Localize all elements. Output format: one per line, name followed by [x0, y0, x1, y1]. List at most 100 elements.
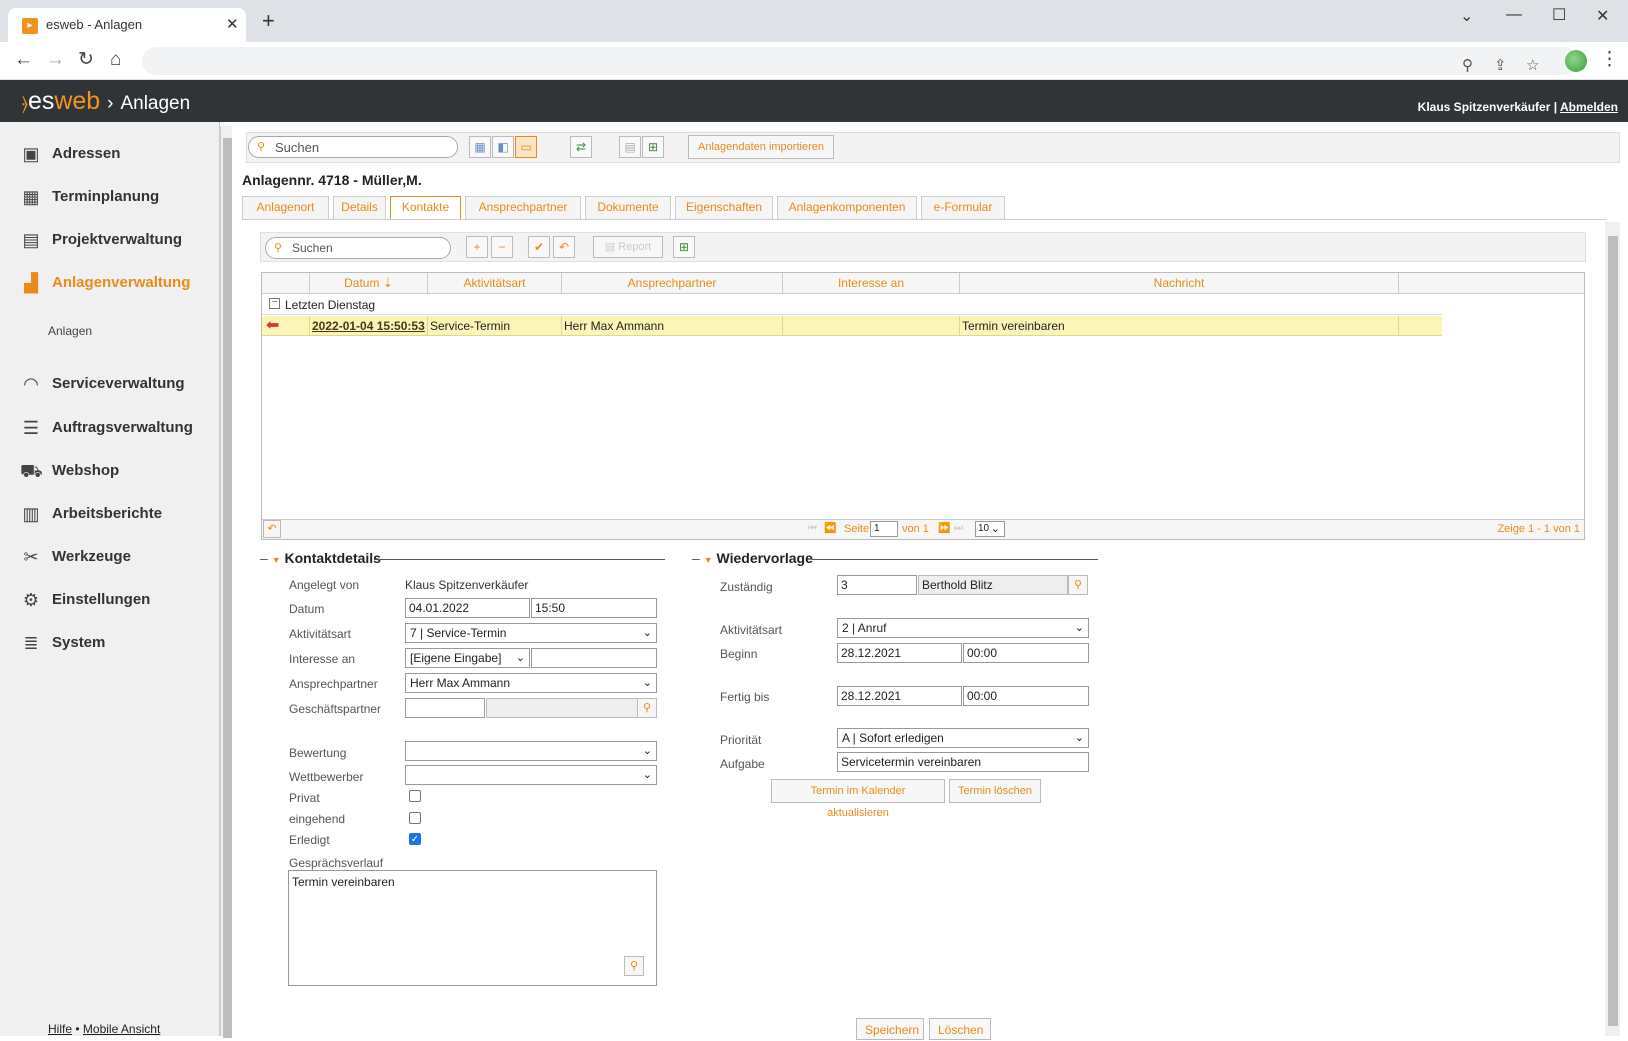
report-button[interactable]: ▤ Report [593, 236, 663, 258]
excel-export-icon[interactable]: ⊞ [642, 136, 664, 158]
main-search-input[interactable]: ⚲ Suchen [248, 136, 458, 158]
geschaeftspartner-nr-field[interactable] [405, 698, 485, 718]
beginn-datum-field[interactable]: 28.12.2021 [837, 643, 962, 663]
table-row[interactable]: ⬅ 2022-01-04 15:50:53 Service-Termin Her… [262, 316, 1442, 336]
collapse-icon[interactable]: − [269, 298, 280, 309]
address-bar[interactable]: ⚲ ⇪ ☆ [142, 47, 1578, 75]
datum-field[interactable]: 04.01.2022 [405, 598, 530, 618]
col-aktivitaetsart[interactable]: Aktivitätsart [428, 273, 562, 294]
prioritaet-select[interactable]: A | Sofort erledigen ⌄ [837, 728, 1089, 748]
tab-kontakte[interactable]: Kontakte [390, 196, 461, 220]
reload-icon[interactable]: ↻ [78, 50, 94, 70]
interesse-select[interactable]: [Eigene Eingabe] ⌄ [405, 648, 530, 668]
col-ansprechpartner[interactable]: Ansprechpartner [562, 273, 783, 294]
share-icon[interactable]: ⇪ [1494, 56, 1507, 74]
pager-page-input[interactable]: 1 [870, 521, 898, 537]
page-size-select[interactable]: 10 ⌄ [975, 521, 1005, 537]
zustaendig-search-icon[interactable]: ⚲ [1068, 575, 1088, 595]
panel-scrollbar[interactable] [1605, 222, 1620, 1036]
menu-dots-icon[interactable]: ⋮ [1600, 50, 1619, 70]
minimize-icon[interactable]: — [1506, 6, 1522, 24]
kontaktdetails-header[interactable]: – ▼ Kontaktdetails [260, 550, 381, 566]
forward-icon[interactable]: → [46, 50, 65, 70]
wettbewerber-select[interactable]: ⌄ [405, 765, 657, 785]
next-page-icon[interactable]: ⏩ [938, 523, 950, 534]
interesse-custom-field[interactable] [531, 648, 657, 668]
sidebar-item-serviceverwaltung[interactable]: ◠ Serviceverwaltung [20, 371, 220, 397]
tab-dokumente[interactable]: Dokumente [585, 196, 671, 219]
col-nachricht[interactable]: Nachricht [960, 273, 1399, 294]
save-button[interactable]: Speichern [856, 1018, 924, 1040]
grid-view-icon[interactable]: ▦ [469, 136, 491, 158]
tab-anlagenkomponenten[interactable]: Anlagenkomponenten [777, 196, 917, 219]
fertig-zeit-field[interactable]: 00:00 [963, 686, 1089, 706]
ansprechpartner-select[interactable]: Herr Max Ammann ⌄ [405, 673, 657, 693]
chevron-down-icon[interactable]: ⌄ [1460, 6, 1473, 26]
esweb-logo[interactable]: ⦒esweb › Anlagen [22, 86, 190, 119]
close-window-icon[interactable]: ✕ [1596, 6, 1609, 26]
erledigt-checkbox[interactable]: ✓ [409, 833, 421, 845]
privat-checkbox[interactable] [409, 790, 421, 802]
confirm-icon[interactable]: ✔ [528, 236, 550, 258]
termin-delete-button[interactable]: Termin löschen [949, 779, 1041, 803]
tab-details[interactable]: Details [333, 196, 386, 219]
sidebar-item-einstellungen[interactable]: ⚙ Einstellungen [20, 587, 220, 613]
transfer-icon[interactable]: ⇄ [570, 136, 592, 158]
tab-eigenschaften[interactable]: Eigenschaften [675, 196, 773, 219]
zeit-field[interactable]: 15:50 [531, 598, 657, 618]
panel-scroll-thumb[interactable] [1608, 236, 1618, 1026]
aufgabe-field[interactable]: Servicetermin vereinbaren [837, 752, 1089, 772]
aktivitaetsart-select[interactable]: 7 | Service-Termin ⌄ [405, 623, 657, 643]
back-icon[interactable]: ← [14, 50, 33, 70]
sidebar-item-system[interactable]: ≣ System [20, 630, 220, 656]
sidebar-scroll-thumb[interactable] [223, 138, 232, 1038]
sidebar-item-webshop[interactable]: ⛟ Webshop [20, 458, 220, 484]
sidebar-item-projektverwaltung[interactable]: ▤ Projektverwaltung [20, 227, 220, 253]
zustaendig-nr-field[interactable]: 3 [837, 575, 917, 595]
maximize-icon[interactable]: ☐ [1552, 5, 1566, 25]
tab-anlagenort[interactable]: Anlagenort [242, 196, 329, 219]
undo-icon[interactable]: ↶ [553, 236, 575, 258]
kalender-update-button[interactable]: Termin im Kalender aktualisieren [771, 779, 945, 819]
sidebar-item-arbeitsberichte[interactable]: ▥ Arbeitsberichte [20, 501, 220, 527]
home-icon[interactable]: ⌂ [110, 50, 121, 70]
remove-icon[interactable]: − [491, 236, 513, 258]
col-datum[interactable]: Datum ⇣ [310, 273, 428, 294]
first-page-icon[interactable]: ⏮ [808, 523, 817, 534]
report-icon[interactable]: ▤ [619, 136, 641, 158]
wiedervorlage-header[interactable]: – ▼ Wiedervorlage [692, 550, 813, 566]
sidebar-scrollbar[interactable] [220, 126, 232, 1038]
tab-e-formular[interactable]: e-Formular [921, 196, 1005, 219]
add-icon[interactable]: + [466, 236, 488, 258]
wv-aktivitaetsart-select[interactable]: 2 | Anruf ⌄ [837, 618, 1089, 638]
close-tab-icon[interactable]: ✕ [226, 15, 239, 33]
import-button[interactable]: Anlagendaten importieren [688, 135, 834, 159]
sidebar-item-anlagenverwaltung[interactable]: ▟ Anlagenverwaltung [20, 270, 220, 296]
prev-page-icon[interactable]: ⏪ [824, 523, 836, 534]
zoom-icon[interactable]: ⚲ [1462, 56, 1473, 74]
verlauf-search-icon[interactable]: ⚲ [624, 956, 644, 976]
grid-group-row[interactable]: − Letzten Dienstag [262, 295, 1442, 315]
star-icon[interactable]: ☆ [1526, 56, 1539, 74]
sidebar-item-auftragsverwaltung[interactable]: ☰ Auftragsverwaltung [20, 415, 220, 441]
browser-tab[interactable]: ▸ esweb - Anlagen ✕ [8, 8, 246, 42]
sidebar-item-werkzeuge[interactable]: ✂ Werkzeuge [20, 544, 220, 570]
tab-ansprechpartner[interactable]: Ansprechpartner [465, 196, 581, 219]
beginn-zeit-field[interactable]: 00:00 [963, 643, 1089, 663]
delete-button[interactable]: Löschen [929, 1018, 991, 1040]
logout-link[interactable]: Abmelden [1560, 100, 1618, 114]
grid-search-input[interactable]: ⚲ Suchen [265, 237, 451, 259]
new-tab-icon[interactable]: + [262, 10, 275, 32]
sidebar-sub-item-anlagen[interactable]: Anlagen [48, 324, 92, 338]
geschaeftspartner-search-icon[interactable]: ⚲ [637, 698, 657, 718]
help-link[interactable]: Hilfe [48, 1022, 72, 1036]
sidebar-item-terminplanung[interactable]: ▦ Terminplanung [20, 184, 220, 210]
eingehend-checkbox[interactable] [409, 812, 421, 824]
fertig-datum-field[interactable]: 28.12.2021 [837, 686, 962, 706]
refresh-icon[interactable]: ↶ [263, 520, 281, 538]
col-interesse[interactable]: Interesse an [783, 273, 960, 294]
row-datum-link[interactable]: 2022-01-04 15:50:53 [310, 316, 428, 336]
split-view-icon[interactable]: ◧ [492, 136, 514, 158]
grid-excel-icon[interactable]: ⊞ [673, 236, 695, 258]
profile-avatar[interactable] [1565, 50, 1587, 72]
